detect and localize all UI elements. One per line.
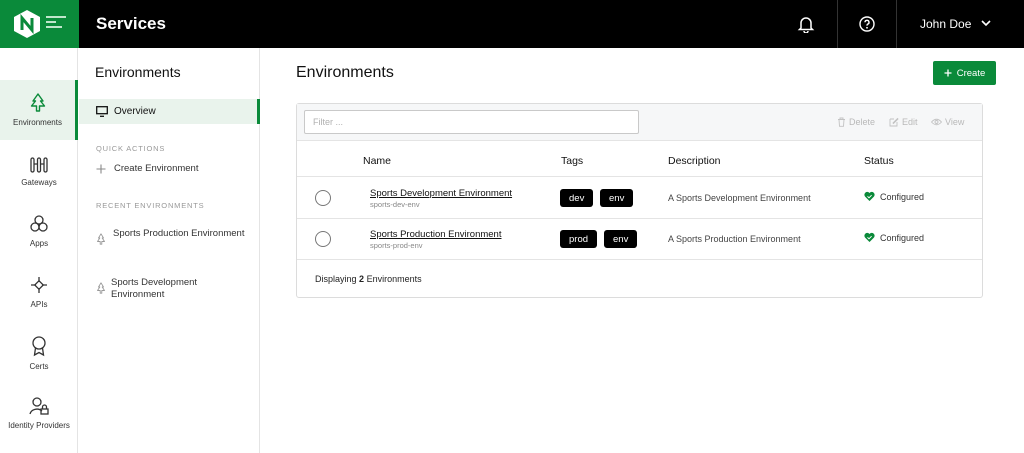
- page-title: Environments: [296, 64, 394, 81]
- bell-icon: [797, 17, 815, 33]
- nav-link-label: Create Environment: [114, 163, 199, 174]
- column-header-name: Name: [363, 155, 392, 167]
- left-rail: Environments Gateways Apps APIs Certs Id…: [0, 48, 78, 453]
- plus-icon: [944, 69, 952, 77]
- table-toolbar: Delete Edit View: [297, 104, 982, 141]
- rail-item-identity-providers[interactable]: Identity Providers: [0, 383, 78, 443]
- tree-icon: [97, 233, 105, 245]
- nav-item-overview[interactable]: Overview: [79, 99, 260, 124]
- rail-item-apps[interactable]: Apps: [0, 201, 78, 261]
- help-button[interactable]: [837, 0, 897, 48]
- view-button[interactable]: View: [931, 117, 964, 127]
- environment-name-link[interactable]: Sports Production Environment: [370, 229, 501, 240]
- top-bar: Services John Doe: [0, 0, 1024, 48]
- environment-slug: sports-dev-env: [370, 200, 420, 209]
- create-environment-link[interactable]: Create Environment: [96, 163, 198, 175]
- status-text: Configured: [880, 191, 925, 202]
- status-badge: Configured: [864, 191, 924, 202]
- table-row[interactable]: Sports Production Environment sports-pro…: [297, 219, 982, 260]
- subnav-title: Environments: [95, 64, 181, 80]
- view-label: View: [945, 117, 965, 127]
- nginx-logo-menu[interactable]: [0, 0, 79, 48]
- monitor-icon: [96, 106, 108, 117]
- chevron-down-icon: [981, 20, 991, 27]
- edit-label: Edit: [902, 117, 918, 127]
- table-header: Name Tags Description Status: [297, 141, 982, 177]
- footer-prefix: Displaying: [315, 274, 357, 284]
- nginx-logo-icon: [14, 10, 40, 38]
- menu-lines-icon: [46, 16, 66, 28]
- tag-badge: prod: [560, 230, 598, 248]
- rail-label: Apps: [29, 239, 49, 248]
- app-title: Services: [96, 14, 166, 33]
- user-menu[interactable]: John Doe: [898, 0, 1024, 48]
- column-header-status: Status: [864, 155, 894, 167]
- edit-button[interactable]: Edit: [889, 117, 918, 127]
- secondary-nav: Environments Overview QUICK ACTIONS Crea…: [79, 48, 260, 453]
- nav-link-label: Sports Development Environment: [111, 277, 198, 300]
- create-button[interactable]: Create: [933, 61, 996, 85]
- table-row[interactable]: Sports Development Environment sports-de…: [297, 178, 982, 219]
- tree-icon: [97, 282, 105, 294]
- trees-icon: [30, 93, 45, 112]
- filter-input[interactable]: [304, 110, 639, 134]
- environment-name-link[interactable]: Sports Development Environment: [370, 188, 512, 199]
- environment-description: A Sports Production Environment: [668, 234, 801, 244]
- rail-item-apis[interactable]: APIs: [0, 262, 78, 322]
- tag-badge: dev: [560, 189, 594, 207]
- trash-icon: [838, 117, 845, 127]
- rail-item-gateways[interactable]: Gateways: [0, 141, 78, 201]
- user-name: John Doe: [920, 17, 972, 31]
- recent-environment-item[interactable]: Sports Production Environment: [96, 228, 246, 245]
- rail-label: Identity Providers: [8, 421, 70, 430]
- column-header-description: Description: [668, 155, 721, 167]
- plus-icon: [96, 164, 106, 174]
- heart-check-icon: [864, 232, 875, 242]
- environments-table-card: Delete Edit View Name Tags Description S…: [296, 103, 983, 298]
- heart-check-icon: [864, 191, 875, 201]
- status-badge: Configured: [864, 232, 924, 243]
- recent-environments-header: RECENT ENVIRONMENTS: [96, 201, 205, 210]
- environment-slug: sports-prod-env: [370, 241, 423, 250]
- row-select-radio[interactable]: [315, 190, 331, 206]
- edit-icon: [889, 117, 899, 127]
- delete-label: Delete: [849, 117, 876, 127]
- rail-item-environments[interactable]: Environments: [0, 80, 78, 140]
- apps-icon: [30, 215, 48, 232]
- recent-environment-item[interactable]: Sports Development Environment: [96, 277, 246, 301]
- rail-label: Environments: [13, 118, 62, 127]
- column-header-tags: Tags: [561, 155, 584, 167]
- tag-badge: env: [600, 189, 634, 207]
- help-icon: [859, 16, 875, 32]
- footer-suffix: Environments: [366, 274, 422, 284]
- notifications-button[interactable]: [776, 0, 836, 48]
- identity-icon: [29, 397, 49, 415]
- gateway-icon: [30, 157, 48, 173]
- tag-badge: env: [604, 230, 638, 248]
- rail-item-certs[interactable]: Certs: [0, 323, 78, 383]
- nav-link-label: Sports Production Environment: [113, 228, 245, 239]
- certificate-icon: [32, 336, 46, 357]
- quick-actions-header: QUICK ACTIONS: [96, 144, 166, 153]
- delete-button[interactable]: Delete: [837, 117, 875, 127]
- api-icon: [31, 277, 47, 293]
- rail-label: APIs: [30, 300, 48, 309]
- table-footer: Displaying 2 Environments: [315, 274, 422, 284]
- nav-item-label: Overview: [114, 106, 156, 117]
- status-text: Configured: [880, 232, 925, 243]
- row-select-radio[interactable]: [315, 231, 331, 247]
- create-button-label: Create: [956, 67, 986, 79]
- environment-description: A Sports Development Environment: [668, 193, 811, 203]
- eye-icon: [931, 118, 942, 126]
- rail-label: Certs: [29, 362, 49, 371]
- rail-label: Gateways: [21, 178, 57, 187]
- footer-count: 2: [359, 274, 365, 284]
